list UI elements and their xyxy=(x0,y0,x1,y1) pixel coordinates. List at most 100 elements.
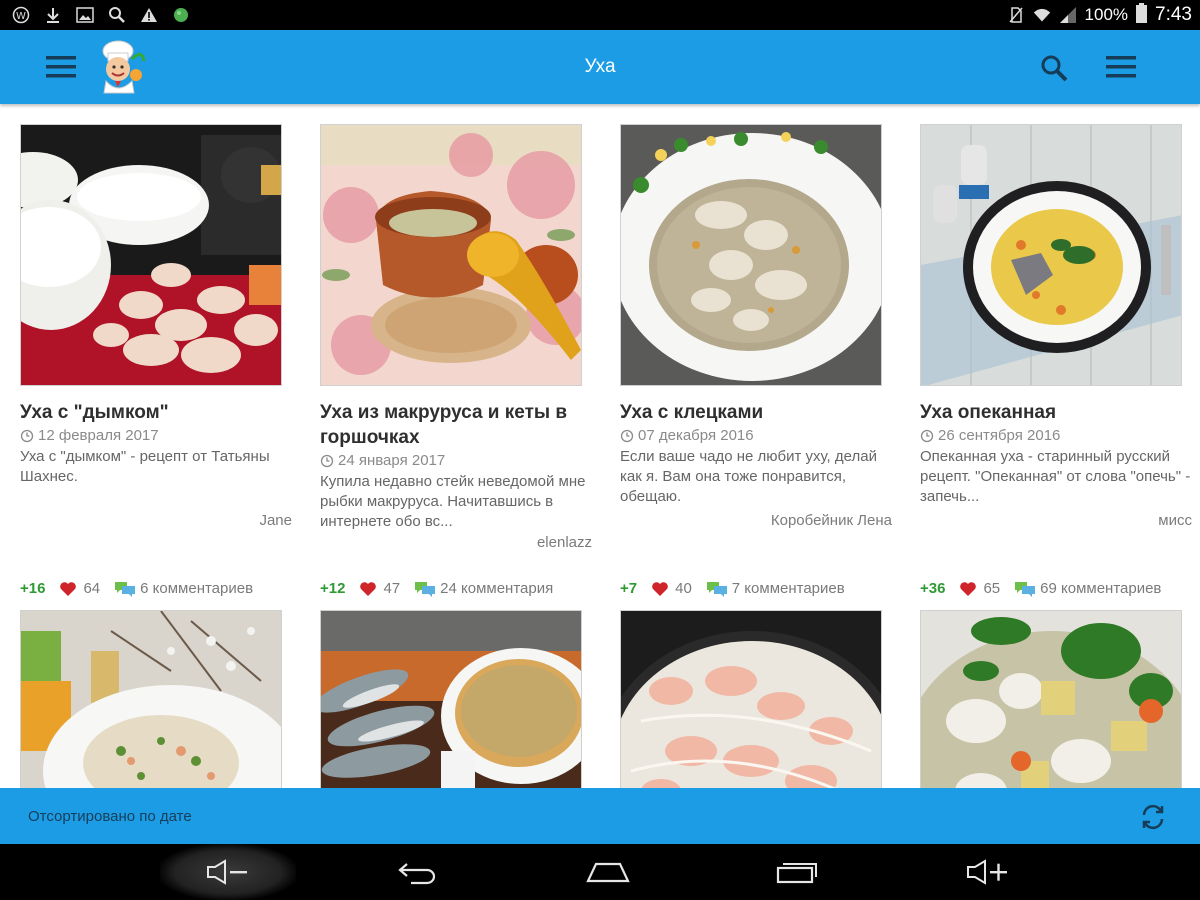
page-title: Уха xyxy=(584,56,616,77)
recipe-description: Если ваше чадо не любит уху, делай как я… xyxy=(620,448,877,505)
recipe-score: +36 xyxy=(920,580,946,597)
recipe-title[interactable]: Уха из макруруса и кеты в горшочках xyxy=(320,400,598,450)
recipe-card[interactable] xyxy=(320,610,600,788)
comments-icon xyxy=(415,581,436,597)
home-button[interactable] xyxy=(568,844,648,900)
overflow-menu-button[interactable] xyxy=(1104,52,1138,82)
recipe-title[interactable]: Уха опеканная xyxy=(920,400,1198,425)
back-icon xyxy=(398,863,436,885)
recipe-card[interactable]: Уха с "дымком" 12 февраля 2017 Уха с "ды… xyxy=(20,124,300,597)
clock-icon xyxy=(620,429,634,442)
battery-icon xyxy=(1136,2,1148,28)
likes[interactable]: 47 xyxy=(359,580,400,597)
comments-icon xyxy=(1015,581,1036,597)
comments[interactable]: 6 комментариев xyxy=(114,580,253,597)
clock-icon xyxy=(920,429,934,442)
comments[interactable]: 7 комментариев xyxy=(706,580,845,597)
recipe-author[interactable]: Коробейник Лена xyxy=(720,512,892,529)
search-icon xyxy=(108,6,126,24)
heart-icon xyxy=(360,581,377,596)
likes-count: 47 xyxy=(383,580,401,597)
heart-icon xyxy=(960,581,977,596)
wordpress-icon: W xyxy=(12,6,30,24)
recipe-card[interactable]: Уха опеканная 26 сентября 2016 Опеканная… xyxy=(920,124,1200,597)
warning-icon xyxy=(140,6,158,24)
likes[interactable]: 64 xyxy=(59,580,100,597)
recipe-description: Уха с "дымком" - рецепт от Татьяны Шахне… xyxy=(20,448,270,485)
comments[interactable]: 69 комментариев xyxy=(1014,580,1161,597)
home-icon xyxy=(586,862,630,883)
recipe-photo[interactable] xyxy=(920,124,1182,386)
recipe-title[interactable]: Уха с клецками xyxy=(620,400,898,425)
recipe-card[interactable]: Уха с клецками 07 декабря 2016 Если ваше… xyxy=(620,124,900,597)
wifi-icon xyxy=(1033,6,1051,24)
status-bar: W 100% 7:43 xyxy=(0,0,1200,30)
recipe-author[interactable]: мисс xyxy=(1092,512,1192,529)
recipe-description: Опеканная уха - старинный русский рецепт… xyxy=(920,448,1191,505)
battery-level: 100% xyxy=(1084,5,1129,24)
heart-icon xyxy=(652,581,668,596)
volume-down-icon xyxy=(207,859,247,885)
comments-icon xyxy=(115,581,136,597)
recipe-photo[interactable] xyxy=(620,124,882,386)
recipe-date: 07 декабря 2016 xyxy=(620,427,900,444)
overflow-menu-icon xyxy=(1106,56,1136,78)
recipe-title[interactable]: Уха с "дымком" xyxy=(20,400,298,425)
system-nav-bar xyxy=(0,844,1200,900)
volume-up-button[interactable] xyxy=(948,844,1028,900)
recipe-card[interactable] xyxy=(620,610,900,788)
comments[interactable]: 24 комментария xyxy=(414,580,553,597)
fish-vegetable-soup-photo[interactable] xyxy=(920,610,1182,788)
download-icon xyxy=(44,6,62,24)
comments-count: 6 комментариев xyxy=(140,580,254,597)
app-screen: W 100% 7:43 Уха Уха с "дымком" 12 феврал… xyxy=(0,0,1200,900)
recipe-photo[interactable] xyxy=(20,124,282,386)
comments-count: 69 комментариев xyxy=(1040,580,1162,597)
sort-bar: Отсортировано по дате xyxy=(0,788,1200,844)
search-icon xyxy=(1041,55,1068,82)
recipe-card[interactable] xyxy=(920,610,1200,788)
app-bar: Уха xyxy=(0,30,1200,104)
recipe-date-text: 24 января 2017 xyxy=(338,452,446,469)
back-button[interactable] xyxy=(378,844,458,900)
recipe-score: +7 xyxy=(620,580,638,597)
recipe-score: +12 xyxy=(320,580,346,597)
recipe-description: Купила недавно стейк неведомой мне рыбки… xyxy=(320,473,586,530)
search-button[interactable] xyxy=(1038,52,1070,84)
recipe-card[interactable] xyxy=(20,610,300,788)
refresh-icon xyxy=(1142,804,1164,830)
recents-button[interactable] xyxy=(758,844,838,900)
clock-icon xyxy=(20,429,34,442)
refresh-button[interactable] xyxy=(1138,802,1168,832)
recipe-author[interactable]: elenlazz xyxy=(492,534,592,551)
likes[interactable]: 65 xyxy=(959,580,1000,597)
signal-icon xyxy=(1059,6,1077,24)
svg-text:W: W xyxy=(16,11,26,22)
recipe-date: 12 февраля 2017 xyxy=(20,427,300,444)
likes-count: 64 xyxy=(83,580,101,597)
clock: 7:43 xyxy=(1155,4,1192,25)
salmon-soup-pot-photo[interactable] xyxy=(620,610,882,788)
recipe-photo[interactable] xyxy=(320,124,582,386)
soup-bowl-flowers-photo[interactable] xyxy=(20,610,282,788)
likes-count: 40 xyxy=(675,580,692,597)
recipe-author[interactable]: Jane xyxy=(192,512,292,529)
recipe-card[interactable]: Уха из макруруса и кеты в горшочках 24 я… xyxy=(320,124,600,597)
image-icon xyxy=(76,6,94,24)
recipe-stats: +36 65 69 комментариев xyxy=(920,580,1161,597)
comments-icon xyxy=(706,581,727,597)
fish-and-broth-photo[interactable] xyxy=(320,610,582,788)
comments-count: 24 комментария xyxy=(440,580,554,597)
volume-down-button[interactable] xyxy=(188,844,268,900)
recipe-stats: +12 47 24 комментария xyxy=(320,580,553,597)
likes[interactable]: 40 xyxy=(651,580,692,597)
clock-icon xyxy=(320,454,334,467)
comments-count: 7 комментариев xyxy=(731,580,845,597)
recipe-date-text: 12 февраля 2017 xyxy=(38,427,159,444)
recipe-stats: +7 40 7 комментариев xyxy=(620,580,845,597)
sort-label[interactable]: Отсортировано по дате xyxy=(28,808,192,825)
recipe-date: 24 января 2017 xyxy=(320,452,600,469)
recipe-stats: +16 64 6 комментариев xyxy=(20,580,253,597)
no-sim-icon xyxy=(1007,6,1025,24)
likes-count: 65 xyxy=(983,580,1001,597)
